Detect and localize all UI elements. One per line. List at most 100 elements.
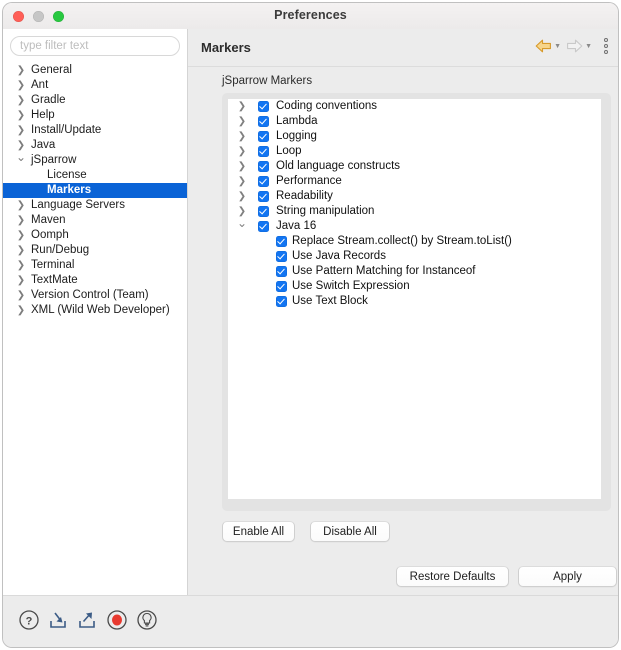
marker-checkbox[interactable] bbox=[258, 146, 269, 157]
chevron-right-icon[interactable]: ❯ bbox=[236, 189, 248, 204]
markers-tree[interactable]: ❯ Coding conventions ❯ Lambda ❯ Logging ❯ Loop ❯… bbox=[228, 99, 601, 499]
chevron-right-icon[interactable]: ❯ bbox=[15, 123, 27, 138]
marker-checkbox[interactable] bbox=[258, 101, 269, 112]
sidebar-item-maven[interactable]: ❯ Maven bbox=[3, 213, 187, 228]
sidebar-item-license[interactable]: License bbox=[3, 168, 187, 183]
marker-checkbox[interactable] bbox=[276, 236, 287, 247]
marker-checkbox[interactable] bbox=[258, 131, 269, 142]
marker-row[interactable]: ❯ Old language constructs bbox=[228, 159, 601, 174]
marker-label: Use Pattern Matching for Instanceof bbox=[292, 265, 476, 277]
sidebar-item-version-control-team[interactable]: ❯ Version Control (Team) bbox=[3, 288, 187, 303]
chevron-right-icon[interactable]: ❯ bbox=[15, 213, 27, 228]
chevron-right-icon[interactable]: ❯ bbox=[15, 78, 27, 93]
marker-label: Old language constructs bbox=[276, 160, 401, 172]
sidebar-item-xml-wild-web-developer[interactable]: ❯ XML (Wild Web Developer) bbox=[3, 303, 187, 318]
marker-row[interactable]: ❯ Logging bbox=[228, 129, 601, 144]
tip-lightbulb-icon[interactable] bbox=[136, 609, 158, 631]
marker-row[interactable]: ❯ Readability bbox=[228, 189, 601, 204]
marker-checkbox[interactable] bbox=[276, 281, 287, 292]
marker-row[interactable]: ❯ Coding conventions bbox=[228, 99, 601, 114]
chevron-right-icon[interactable]: ❯ bbox=[236, 114, 248, 129]
sidebar-item-install-update[interactable]: ❯ Install/Update bbox=[3, 123, 187, 138]
forward-dropdown-caret[interactable]: ▼ bbox=[585, 43, 592, 50]
chevron-right-icon[interactable]: ❯ bbox=[236, 174, 248, 189]
marker-row[interactable]: Use Text Block bbox=[228, 294, 601, 309]
sidebar-item-markers[interactable]: Markers bbox=[3, 183, 187, 198]
marker-checkbox[interactable] bbox=[258, 221, 269, 232]
sidebar-item-textmate[interactable]: ❯ TextMate bbox=[3, 273, 187, 288]
search-input[interactable] bbox=[10, 36, 180, 56]
marker-checkbox[interactable] bbox=[258, 191, 269, 202]
disable-all-button[interactable]: Disable All bbox=[310, 521, 390, 542]
forward-arrow-icon bbox=[567, 39, 583, 53]
sidebar-item-run-debug[interactable]: ❯ Run/Debug bbox=[3, 243, 187, 258]
forward-button[interactable]: ▼ bbox=[566, 39, 597, 53]
sidebar-item-oomph[interactable]: ❯ Oomph bbox=[3, 228, 187, 243]
sidebar-item-jsparrow[interactable]: ⌄ jSparrow bbox=[3, 150, 187, 168]
back-button[interactable]: ▼ bbox=[535, 39, 566, 53]
marker-row[interactable]: ❯ String manipulation bbox=[228, 204, 601, 219]
marker-row[interactable]: ❯ Loop bbox=[228, 144, 601, 159]
marker-checkbox[interactable] bbox=[258, 116, 269, 127]
sidebar-item-gradle[interactable]: ❯ Gradle bbox=[3, 93, 187, 108]
marker-row[interactable]: Replace Stream.collect() by Stream.toLis… bbox=[228, 234, 601, 249]
chevron-right-icon[interactable]: ❯ bbox=[15, 273, 27, 288]
record-icon[interactable] bbox=[106, 609, 128, 631]
sidebar-item-label: Install/Update bbox=[31, 124, 102, 136]
import-icon[interactable] bbox=[47, 609, 69, 631]
sidebar-item-terminal[interactable]: ❯ Terminal bbox=[3, 258, 187, 273]
marker-row[interactable]: Use Switch Expression bbox=[228, 279, 601, 294]
sidebar-item-general[interactable]: ❯ General bbox=[3, 63, 187, 78]
markers-group-box: ❯ Coding conventions ❯ Lambda ❯ Logging ❯ Loop ❯… bbox=[222, 93, 611, 511]
sidebar-item-help[interactable]: ❯ Help bbox=[3, 108, 187, 123]
back-dropdown-caret[interactable]: ▼ bbox=[554, 43, 561, 50]
enable-all-button[interactable]: Enable All bbox=[222, 521, 295, 542]
sidebar-item-java[interactable]: ❯ Java bbox=[3, 138, 187, 153]
marker-checkbox[interactable] bbox=[258, 176, 269, 187]
chevron-right-icon[interactable]: ❯ bbox=[15, 258, 27, 273]
marker-checkbox[interactable] bbox=[258, 161, 269, 172]
chevron-right-icon[interactable]: ❯ bbox=[236, 144, 248, 159]
marker-label: Use Java Records bbox=[292, 250, 386, 262]
preferences-tree: ❯ General ❯ Ant ❯ Gradle ❯ Help ❯ Install/Update ❯… bbox=[3, 63, 187, 318]
help-icon[interactable]: ? bbox=[18, 609, 40, 631]
sidebar-item-ant[interactable]: ❯ Ant bbox=[3, 78, 187, 93]
apply-button[interactable]: Apply bbox=[518, 566, 617, 587]
kebab-menu-icon[interactable] bbox=[602, 38, 610, 54]
chevron-right-icon[interactable]: ❯ bbox=[15, 303, 27, 318]
section-label: jSparrow Markers bbox=[222, 75, 313, 87]
marker-checkbox[interactable] bbox=[258, 206, 269, 217]
marker-row[interactable]: ❯ Lambda bbox=[228, 114, 601, 129]
sidebar-item-language-servers[interactable]: ❯ Language Servers bbox=[3, 198, 187, 213]
marker-label: Coding conventions bbox=[276, 100, 378, 112]
export-icon[interactable] bbox=[76, 609, 98, 631]
marker-row[interactable]: ❯ Performance bbox=[228, 174, 601, 189]
chevron-right-icon[interactable]: ❯ bbox=[236, 99, 248, 114]
chevron-right-icon[interactable]: ❯ bbox=[236, 159, 248, 174]
chevron-right-icon[interactable]: ❯ bbox=[15, 93, 27, 108]
chevron-right-icon[interactable]: ❯ bbox=[15, 108, 27, 123]
chevron-down-icon[interactable]: ⌄ bbox=[15, 150, 27, 165]
sidebar-item-label: XML (Wild Web Developer) bbox=[31, 304, 170, 316]
chevron-down-icon[interactable]: ⌄ bbox=[236, 216, 248, 231]
chevron-right-icon[interactable]: ❯ bbox=[15, 243, 27, 258]
restore-defaults-button[interactable]: Restore Defaults bbox=[396, 566, 509, 587]
marker-checkbox[interactable] bbox=[276, 251, 287, 262]
bottom-bar: ? bbox=[3, 595, 618, 647]
chevron-right-icon[interactable]: ❯ bbox=[15, 228, 27, 243]
marker-label: Logging bbox=[276, 130, 317, 142]
marker-row[interactable]: Use Java Records bbox=[228, 249, 601, 264]
back-arrow-icon bbox=[535, 39, 552, 53]
marker-row[interactable]: ⌄ Java 16 bbox=[228, 216, 601, 234]
chevron-right-icon[interactable]: ❯ bbox=[236, 129, 248, 144]
sidebar-item-label: Oomph bbox=[31, 229, 69, 241]
chevron-right-icon[interactable]: ❯ bbox=[15, 63, 27, 78]
sidebar-item-label: Maven bbox=[31, 214, 66, 226]
marker-checkbox[interactable] bbox=[276, 266, 287, 277]
page-title: Markers bbox=[201, 40, 251, 55]
chevron-right-icon[interactable]: ❯ bbox=[15, 198, 27, 213]
chevron-right-icon[interactable]: ❯ bbox=[15, 288, 27, 303]
marker-row[interactable]: Use Pattern Matching for Instanceof bbox=[228, 264, 601, 279]
marker-checkbox[interactable] bbox=[276, 296, 287, 307]
sidebar-item-label: Java bbox=[31, 139, 56, 151]
